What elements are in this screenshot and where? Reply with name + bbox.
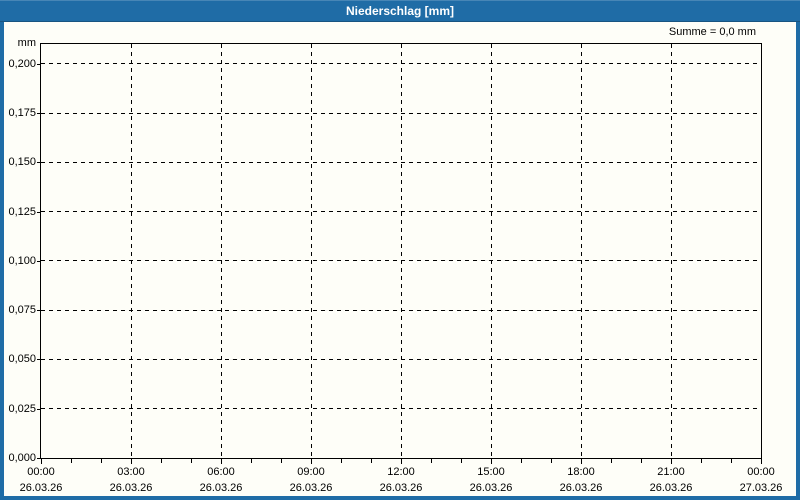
x-axis-minor-tick [281, 459, 282, 463]
x-gridline [670, 44, 672, 458]
x-tick-time: 03:00 [117, 466, 145, 478]
y-axis-tick [37, 310, 40, 312]
x-tick-date: 26.03.26 [469, 482, 513, 494]
x-tick-time: 15:00 [477, 466, 505, 478]
y-axis-tick [37, 458, 40, 459]
x-axis-minor-tick [71, 459, 72, 463]
x-axis-minor-tick [641, 459, 642, 463]
y-axis-tick [37, 260, 40, 262]
sum-annotation: Summe = 0,0 mm [668, 26, 756, 38]
x-tick-date: 26.03.26 [289, 482, 333, 494]
x-tick-label: 03:00 26.03.26 [86, 465, 176, 495]
window-border-right [796, 22, 800, 500]
x-axis-minor-tick [701, 459, 702, 463]
y-axis-unit-label: mm [17, 37, 36, 49]
x-tick-time: 21:00 [657, 466, 685, 478]
x-tick-label: 15:00 26.03.26 [446, 465, 536, 495]
x-gridline [490, 44, 492, 458]
x-axis-major-tick [581, 459, 582, 464]
y-tick-label: 0,175 [8, 107, 36, 119]
x-axis-major-tick [671, 459, 672, 464]
x-tick-time: 18:00 [567, 466, 595, 478]
x-axis-major-tick [491, 459, 492, 464]
x-tick-label: 00:00 26.03.26 [0, 465, 86, 495]
x-tick-time: 12:00 [387, 466, 415, 478]
x-axis-minor-tick [341, 459, 342, 463]
y-tick-label: 0,050 [8, 353, 36, 366]
x-axis-minor-tick [461, 459, 462, 463]
x-tick-date: 26.03.26 [109, 482, 153, 494]
window-border-bottom [0, 496, 800, 500]
y-axis-tick [37, 211, 40, 213]
x-axis-minor-tick [521, 459, 522, 463]
x-axis-minor-tick [731, 459, 732, 463]
x-tick-time: 09:00 [297, 466, 325, 478]
y-axis-tick [37, 113, 40, 114]
x-axis-major-tick [41, 459, 42, 464]
y-axis-tick [37, 359, 40, 361]
x-tick-label: 18:00 26.03.26 [536, 465, 626, 495]
x-axis-minor-tick [551, 459, 552, 463]
x-tick-label: 09:00 26.03.26 [266, 465, 356, 495]
x-tick-date: 26.03.26 [559, 482, 603, 494]
x-axis-minor-tick [101, 459, 102, 463]
x-tick-date: 27.03.26 [739, 482, 783, 494]
x-tick-time: 00:00 [27, 466, 55, 478]
x-gridline [310, 44, 312, 458]
y-tick-label: 0,075 [8, 304, 36, 317]
x-axis-minor-tick [191, 459, 192, 463]
x-axis-major-tick [401, 459, 402, 464]
x-axis-minor-tick [611, 459, 612, 463]
x-tick-time: 06:00 [207, 466, 235, 478]
x-tick-label: 06:00 26.03.26 [176, 465, 266, 495]
chart-window: Niederschlag [mm] Summe = 0,0 mm mm 0,20… [0, 0, 800, 500]
x-axis-minor-tick [161, 459, 162, 463]
x-tick-date: 26.03.26 [649, 482, 693, 494]
y-tick-label: 0,150 [8, 156, 36, 169]
chart-title: Niederschlag [mm] [345, 4, 455, 18]
y-tick-label: 0,100 [8, 254, 36, 267]
x-tick-date: 26.03.26 [199, 482, 243, 494]
x-gridline [130, 44, 132, 458]
x-tick-label: 00:00 27.03.26 [716, 465, 800, 495]
y-axis-tick [37, 408, 40, 410]
y-tick-label: 0,025 [8, 402, 36, 415]
x-axis-major-tick [221, 459, 222, 464]
x-tick-date: 26.03.26 [379, 482, 423, 494]
x-axis-major-tick [311, 459, 312, 464]
x-axis-major-tick [131, 459, 132, 464]
x-gridline [400, 44, 402, 458]
x-axis-minor-tick [431, 459, 432, 463]
x-axis-minor-tick [371, 459, 372, 463]
chart-title-bar: Niederschlag [mm] [0, 0, 800, 22]
x-tick-date: 26.03.26 [19, 482, 63, 494]
x-tick-label: 21:00 26.03.26 [626, 465, 716, 495]
y-tick-label: 0,125 [8, 205, 36, 218]
x-axis-major-tick [761, 459, 762, 464]
x-tick-time: 00:00 [747, 466, 775, 478]
y-tick-label: 0,000 [8, 452, 36, 464]
x-axis-minor-tick [251, 459, 252, 463]
x-gridline [580, 44, 582, 458]
x-tick-label: 12:00 26.03.26 [356, 465, 446, 495]
y-tick-label: 0,200 [8, 57, 36, 70]
y-axis-tick [37, 63, 40, 65]
x-gridline [220, 44, 222, 458]
y-axis-tick [37, 162, 40, 164]
plot-area [40, 43, 762, 459]
